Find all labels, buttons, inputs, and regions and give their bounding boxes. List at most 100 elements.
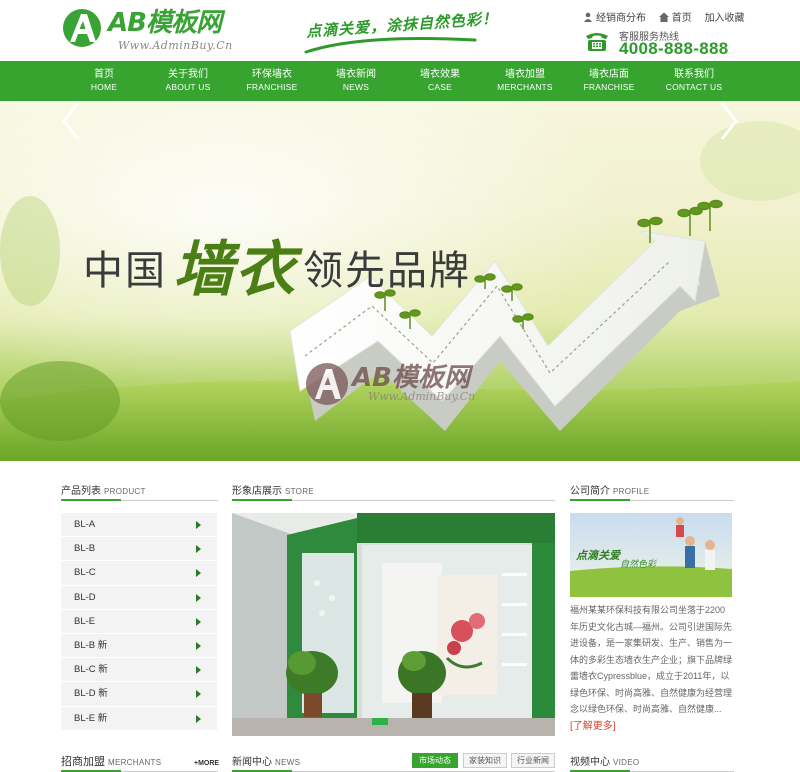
profile-section-heading: 公司简介 PROFILE <box>570 481 734 501</box>
heading-cn: 视频中心 <box>570 757 610 768</box>
nav-item-merchants[interactable]: 墙衣加盟 MERCHANTS <box>483 61 567 101</box>
profile-description: 福州某某环保科技有限公司坐落于2200年历史文化古城—福州。公司引进国际先进设备… <box>570 602 734 735</box>
store-photo[interactable] <box>232 513 555 736</box>
nav-label-cn: 首页 <box>94 69 114 80</box>
hotline-number: 4008-888-888 <box>619 39 729 58</box>
nav-item-case[interactable]: 墙衣效果 CASE <box>398 61 482 101</box>
nav-label-cn: 关于我们 <box>168 69 208 80</box>
heading-cn: 招商加盟 <box>61 756 105 768</box>
product-item[interactable]: BL-E 新 <box>61 706 217 731</box>
product-item[interactable]: BL-D <box>61 585 217 610</box>
heading-en: STORE <box>285 487 314 496</box>
product-label: BL-A <box>74 519 96 530</box>
nav-label-en: ABOUT US <box>165 82 211 92</box>
hotline: 客服服务热线 4008-888-888 <box>585 28 745 58</box>
nav-label-cn: 墙衣效果 <box>420 69 460 80</box>
heading-en: MERCHANTS <box>108 758 162 767</box>
logo-url: Www.AdminBuy.Cn <box>118 39 233 52</box>
dealer-link[interactable]: 经销商分布 <box>596 9 646 24</box>
triangle-right-icon <box>196 617 201 626</box>
triangle-right-icon <box>196 545 201 554</box>
store-illustration <box>232 513 555 736</box>
triangle-right-icon <box>196 666 201 675</box>
main-nav: 首页 HOME 关于我们 ABOUT US 环保墙衣 FRANCHISE 墙衣新闻 NE… <box>0 61 800 101</box>
product-item[interactable]: BL-D 新 <box>61 682 217 707</box>
tab-industry-news[interactable]: 行业新闻 <box>511 753 555 768</box>
nav-label-cn: 墙衣新闻 <box>336 69 376 80</box>
tab-home-knowledge[interactable]: 家装知识 <box>463 753 507 768</box>
nav-item-products[interactable]: 环保墙衣 FRANCHISE <box>230 61 314 101</box>
nav-label-en: MERCHANTS <box>497 82 553 92</box>
banner-prev-arrow-icon[interactable] <box>60 101 82 141</box>
product-label: BL-B <box>74 543 96 555</box>
site-header: AB模板网 Www.AdminBuy.Cn 点滴关爱，涂抹自然色彩！ 经销商分布… <box>0 0 800 61</box>
triangle-right-icon <box>196 569 201 578</box>
banner-title-right: 领先品牌 <box>303 248 471 294</box>
watermark-logo: AB模板网 Www.AdminBuy.Cn <box>300 357 500 417</box>
nav-label-cn: 环保墙衣 <box>252 69 292 80</box>
product-item[interactable]: BL-B <box>61 537 217 562</box>
nav-label-en: NEWS <box>342 82 370 92</box>
profile-image-caption-2: 自然色彩 <box>620 560 657 570</box>
heading-en: NEWS <box>275 758 301 767</box>
product-list: BL-A BL-B BL-C BL-D BL-E BL-B 新 BL-C 新 B… <box>61 513 217 731</box>
banner-headline: 中国 墙衣 领先品牌 <box>83 221 471 308</box>
triangle-right-icon <box>196 714 201 723</box>
banner-title-big: 墙衣 <box>173 235 297 305</box>
heading-en: PROFILE <box>613 487 650 496</box>
product-label: BL-E 新 <box>74 712 108 724</box>
nav-label-cn: 墙衣加盟 <box>505 69 545 80</box>
slogan-swoosh-icon <box>304 37 477 54</box>
product-label: BL-C 新 <box>74 664 108 676</box>
logo-mark-icon <box>63 9 101 47</box>
heading-cn: 形象店展示 <box>232 486 282 497</box>
product-item[interactable]: BL-C 新 <box>61 658 217 683</box>
product-item[interactable]: BL-E <box>61 609 217 634</box>
product-label: BL-E <box>74 615 96 627</box>
heading-cn: 公司简介 <box>570 486 610 497</box>
banner-title-left: 中国 <box>83 248 167 294</box>
nav-label-en: FRANCHISE <box>583 82 635 92</box>
nav-label-cn: 墙衣店面 <box>589 69 629 80</box>
user-icon <box>583 12 593 22</box>
nav-label-en: CASE <box>428 82 452 92</box>
triangle-right-icon <box>196 521 201 529</box>
nav-label-en: CONTACT US <box>665 82 723 92</box>
nav-item-contact[interactable]: 联系我们 CONTACT US <box>652 61 736 101</box>
top-links: 经销商分布 首页 加入收藏 <box>583 9 745 24</box>
favorite-link[interactable]: 加入收藏 <box>705 9 745 24</box>
product-item[interactable]: BL-A <box>61 513 217 538</box>
site-logo[interactable]: AB模板网 Www.AdminBuy.Cn <box>60 8 250 53</box>
heading-cn: 产品列表 <box>61 486 101 497</box>
heading-en: PRODUCT <box>104 487 146 496</box>
product-label: BL-D <box>74 591 96 603</box>
profile-more-link[interactable]: [了解更多] <box>570 721 616 732</box>
nav-item-about[interactable]: 关于我们 ABOUT US <box>146 61 230 101</box>
heading-en: VIDEO <box>613 758 640 767</box>
watermark-url: Www.AdminBuy.Cn <box>368 390 476 403</box>
logo-text: AB模板网 <box>108 8 222 38</box>
watermark-mark-icon <box>306 363 348 405</box>
home-link[interactable]: 首页 <box>672 9 692 24</box>
triangle-right-icon <box>196 641 201 650</box>
phone-icon <box>586 33 608 51</box>
profile-image-caption-1: 点滴关爱 <box>576 549 620 562</box>
hero-banner[interactable]: 中国 墙衣 领先品牌 AB模板网 Www.AdminBuy.Cn <box>0 101 800 461</box>
video-section-heading: 视频中心 VIDEO <box>570 752 734 772</box>
nav-item-news[interactable]: 墙衣新闻 NEWS <box>314 61 398 101</box>
nav-label-cn: 联系我们 <box>674 69 714 80</box>
product-item[interactable]: BL-C <box>61 561 217 586</box>
slogan: 点滴关爱，涂抹自然色彩！ <box>300 9 498 54</box>
profile-photo[interactable]: 点滴关爱 自然色彩 <box>570 513 732 597</box>
merchants-more-link[interactable]: +MORE <box>194 760 219 767</box>
nav-item-stores[interactable]: 墙衣店面 FRANCHISE <box>567 61 651 101</box>
tab-market-news[interactable]: 市场动态 <box>412 753 458 768</box>
product-item[interactable]: BL-B 新 <box>61 633 217 659</box>
product-label: BL-D 新 <box>74 688 108 700</box>
store-section-heading: 形象店展示 STORE <box>232 481 555 501</box>
profile-body: 福州某某环保科技有限公司坐落于2200年历史文化古城—福州。公司引进国际先进设备… <box>570 605 733 714</box>
nav-item-home[interactable]: 首页 HOME <box>62 61 146 101</box>
banner-next-arrow-icon[interactable] <box>718 101 740 141</box>
product-label: BL-C <box>74 567 96 579</box>
product-section-heading: 产品列表 PRODUCT <box>61 481 218 501</box>
